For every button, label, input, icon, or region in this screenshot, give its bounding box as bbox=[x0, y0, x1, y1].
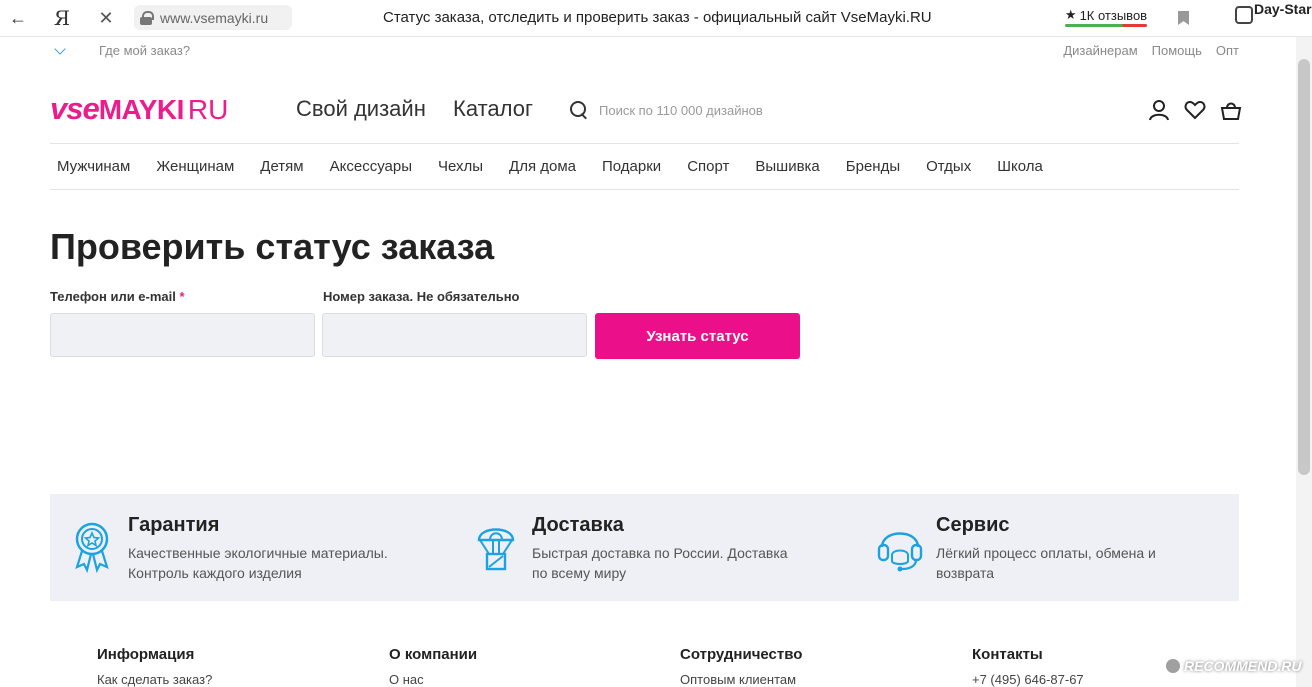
watermark-text: RECOMMEND.RU bbox=[1184, 658, 1302, 674]
header-icons bbox=[1148, 99, 1242, 121]
category-kids[interactable]: Детям bbox=[260, 158, 303, 175]
footer-link[interactable]: О нас bbox=[389, 672, 477, 687]
search-box bbox=[569, 97, 869, 123]
footer-heading: Контакты bbox=[972, 646, 1043, 663]
logo-mayki: MAYKI bbox=[98, 94, 185, 125]
benefit-text-line: по всему миру bbox=[532, 565, 627, 581]
category-nav: Мужчинам Женщинам Детям Аксессуары Чехлы… bbox=[50, 143, 1239, 190]
top-link-designers[interactable]: Дизайнерам bbox=[1063, 43, 1137, 58]
heart-icon[interactable] bbox=[1184, 99, 1206, 121]
benefit-text-service: Лёгкий процесс оплаты, обмена и возврата bbox=[936, 543, 1156, 583]
watermark: RECOMMEND.RU bbox=[1166, 655, 1306, 677]
benefit-text-line: Контроль каждого изделия bbox=[128, 565, 302, 581]
page-tab-title: Статус заказа, отследить и проверить зак… bbox=[383, 9, 932, 26]
category-brands[interactable]: Бренды bbox=[846, 158, 900, 175]
chevron-down-icon[interactable] bbox=[54, 43, 66, 55]
logo-ru: RU bbox=[187, 94, 229, 125]
benefit-text-line: возврата bbox=[936, 565, 995, 581]
category-cases[interactable]: Чехлы bbox=[438, 158, 483, 175]
required-mark: * bbox=[179, 289, 185, 304]
order-number-label: Номер заказа. Не обязательно bbox=[323, 289, 520, 304]
order-number-input[interactable] bbox=[322, 313, 587, 357]
footer-phone-link[interactable]: +7 (495) 646-87-67 bbox=[972, 672, 1084, 687]
cart-icon[interactable] bbox=[1220, 99, 1242, 121]
benefit-text-line: Качественные экологичные материалы. bbox=[128, 545, 388, 561]
category-sport[interactable]: Спорт bbox=[687, 158, 729, 175]
footer-column-contacts: Контакты +7 (495) 646-87-67 bbox=[972, 646, 1084, 687]
close-icon[interactable]: ✕ bbox=[94, 7, 118, 29]
reviews-count: 1К отзывов bbox=[1079, 7, 1148, 23]
footer-link[interactable]: Оптовым клиентам bbox=[680, 672, 802, 687]
phone-label: Телефон или e-mail * bbox=[50, 289, 185, 304]
site-logo[interactable]: vse MAYKI RU bbox=[50, 91, 229, 126]
user-icon[interactable] bbox=[1148, 99, 1170, 121]
benefit-title-service: Сервис bbox=[936, 514, 1010, 536]
award-icon bbox=[72, 521, 112, 578]
footer-heading: Информация bbox=[97, 646, 195, 663]
footer-heading: Сотрудничество bbox=[680, 646, 803, 663]
footer-column-company: О компании О нас bbox=[389, 646, 477, 687]
extension-icon[interactable] bbox=[1235, 6, 1253, 24]
phone-email-input[interactable] bbox=[50, 313, 315, 357]
headset-service-icon bbox=[876, 521, 924, 578]
category-school[interactable]: Школа bbox=[997, 158, 1043, 175]
search-input[interactable] bbox=[599, 102, 859, 118]
top-link-help[interactable]: Помощь bbox=[1152, 43, 1202, 58]
top-link-wholesale[interactable]: Опт bbox=[1216, 43, 1239, 58]
category-leisure[interactable]: Отдых bbox=[926, 158, 971, 175]
check-status-button[interactable]: Узнать статус bbox=[595, 313, 800, 359]
benefit-text-guarantee: Качественные экологичные материалы. Конт… bbox=[128, 543, 388, 583]
rating-bar bbox=[1065, 24, 1147, 27]
category-gifts[interactable]: Подарки bbox=[602, 158, 661, 175]
footer-column-info: Информация Как сделать заказ? bbox=[97, 646, 212, 687]
own-design-link[interactable]: Свой дизайн bbox=[296, 96, 426, 122]
footer-heading: О компании bbox=[389, 646, 478, 663]
watermark-badge-icon bbox=[1166, 659, 1180, 673]
benefit-title-delivery: Доставка bbox=[532, 514, 624, 536]
category-embroidery[interactable]: Вышивка bbox=[755, 158, 819, 175]
category-home[interactable]: Для дома bbox=[509, 158, 576, 175]
category-women[interactable]: Женщинам bbox=[156, 158, 234, 175]
category-accessories[interactable]: Аксессуары bbox=[330, 158, 412, 175]
yandex-icon[interactable]: Я bbox=[50, 6, 74, 30]
catalog-link[interactable]: Каталог bbox=[453, 96, 533, 122]
scrollbar-thumb[interactable] bbox=[1298, 59, 1310, 475]
search-icon[interactable] bbox=[569, 100, 589, 120]
benefit-text-delivery: Быстрая доставка по России. Доставка по … bbox=[532, 543, 788, 583]
where-order-link[interactable]: Где мой заказ? bbox=[99, 43, 190, 58]
category-men[interactable]: Мужчинам bbox=[57, 158, 130, 175]
benefits-band: Гарантия Качественные экологичные матери… bbox=[50, 494, 1239, 601]
extension-label: Day-Star bbox=[1254, 1, 1312, 17]
footer-link[interactable]: Как сделать заказ? bbox=[97, 672, 212, 687]
logo-vse: vse bbox=[50, 91, 100, 126]
benefit-text-line: Лёгкий процесс оплаты, обмена и bbox=[936, 545, 1156, 561]
url-text: www.vsemayki.ru bbox=[160, 9, 269, 26]
benefit-title-guarantee: Гарантия bbox=[128, 514, 220, 536]
bookmark-icon[interactable] bbox=[1178, 11, 1189, 25]
footer-column-partnership: Сотрудничество Оптовым клиентам bbox=[680, 646, 802, 687]
browser-toolbar: ← Я ✕ www.vsemayki.ru Статус заказа, отс… bbox=[0, 0, 1312, 37]
star-icon: ★ bbox=[1064, 7, 1077, 22]
address-bar[interactable]: www.vsemayki.ru bbox=[134, 5, 292, 30]
back-arrow-icon[interactable]: ← bbox=[6, 7, 30, 29]
phone-label-text: Телефон или e-mail bbox=[50, 289, 176, 304]
page-title: Проверить статус заказа bbox=[50, 226, 495, 267]
top-links: Дизайнерам Помощь Опт bbox=[1063, 43, 1239, 58]
lock-icon bbox=[140, 10, 154, 25]
parachute-delivery-icon bbox=[476, 521, 516, 578]
benefit-text-line: Быстрая доставка по России. Доставка bbox=[532, 545, 788, 561]
